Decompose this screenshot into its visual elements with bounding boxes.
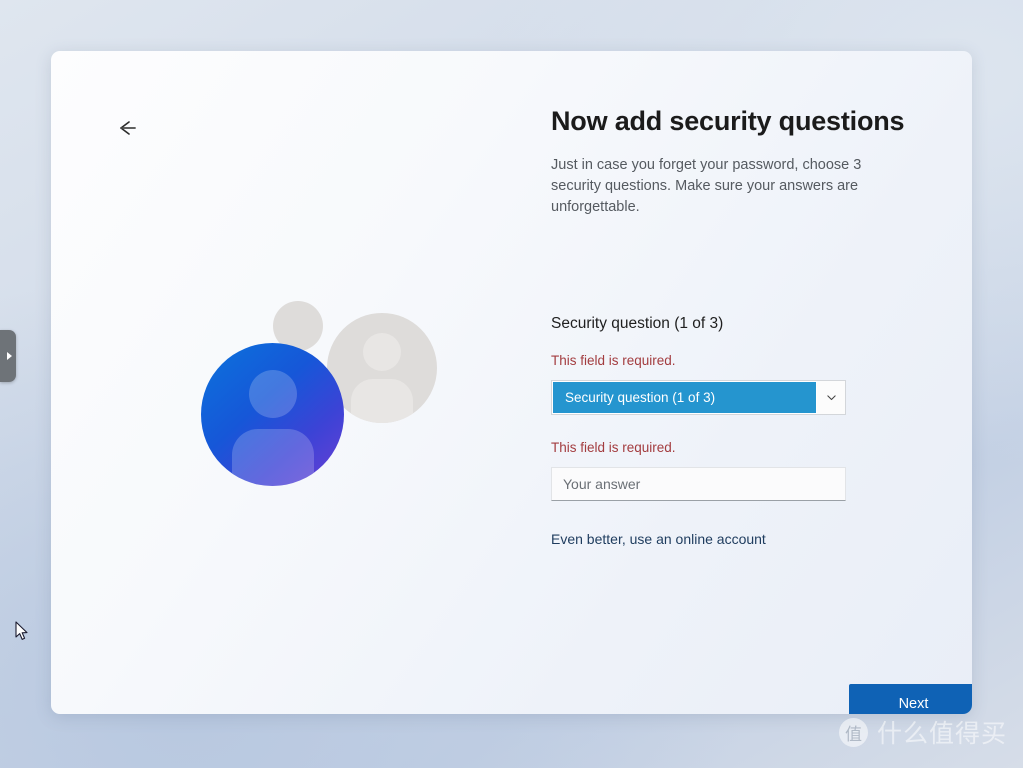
arrow-left-icon: [120, 121, 136, 135]
watermark-text: 什么值得买: [876, 720, 1007, 748]
chevron-down-icon[interactable]: [817, 381, 845, 414]
question-error-message: This field is required.: [551, 353, 676, 368]
answer-error-message: This field is required.: [551, 440, 676, 455]
avatar-head-shape: [363, 333, 401, 371]
primary-avatar-icon: [201, 343, 344, 486]
page-subtitle: Just in case you forget your password, c…: [551, 157, 862, 215]
content-panel: Now add security questions Just in case …: [551, 106, 951, 549]
page-title: Now add security questions: [551, 106, 905, 136]
back-button[interactable]: [111, 114, 145, 142]
avatar-head-shape: [248, 370, 297, 418]
avatar-body-shape: [351, 379, 413, 423]
mouse-cursor: [15, 621, 28, 640]
security-question-label: Security question (1 of 3): [551, 315, 724, 332]
online-account-link[interactable]: Even better, use an online account: [551, 531, 766, 547]
screen-root: Now add security questions Just in case …: [0, 0, 1023, 768]
security-question-dropdown[interactable]: Security question (1 of 3): [551, 380, 846, 415]
next-button[interactable]: Next: [849, 684, 972, 714]
setup-card: Now add security questions Just in case …: [51, 51, 972, 714]
triangle-right-icon: [6, 352, 12, 360]
watermark-badge: 值: [838, 717, 868, 747]
watermark: 值 什么值得买: [838, 714, 1007, 750]
dropdown-selected-value: Security question (1 of 3): [553, 382, 816, 413]
edge-tab-handle[interactable]: [0, 330, 16, 382]
avatar-body-shape: [231, 429, 314, 486]
answer-input[interactable]: [551, 467, 846, 501]
user-avatar-illustration: [175, 266, 535, 606]
